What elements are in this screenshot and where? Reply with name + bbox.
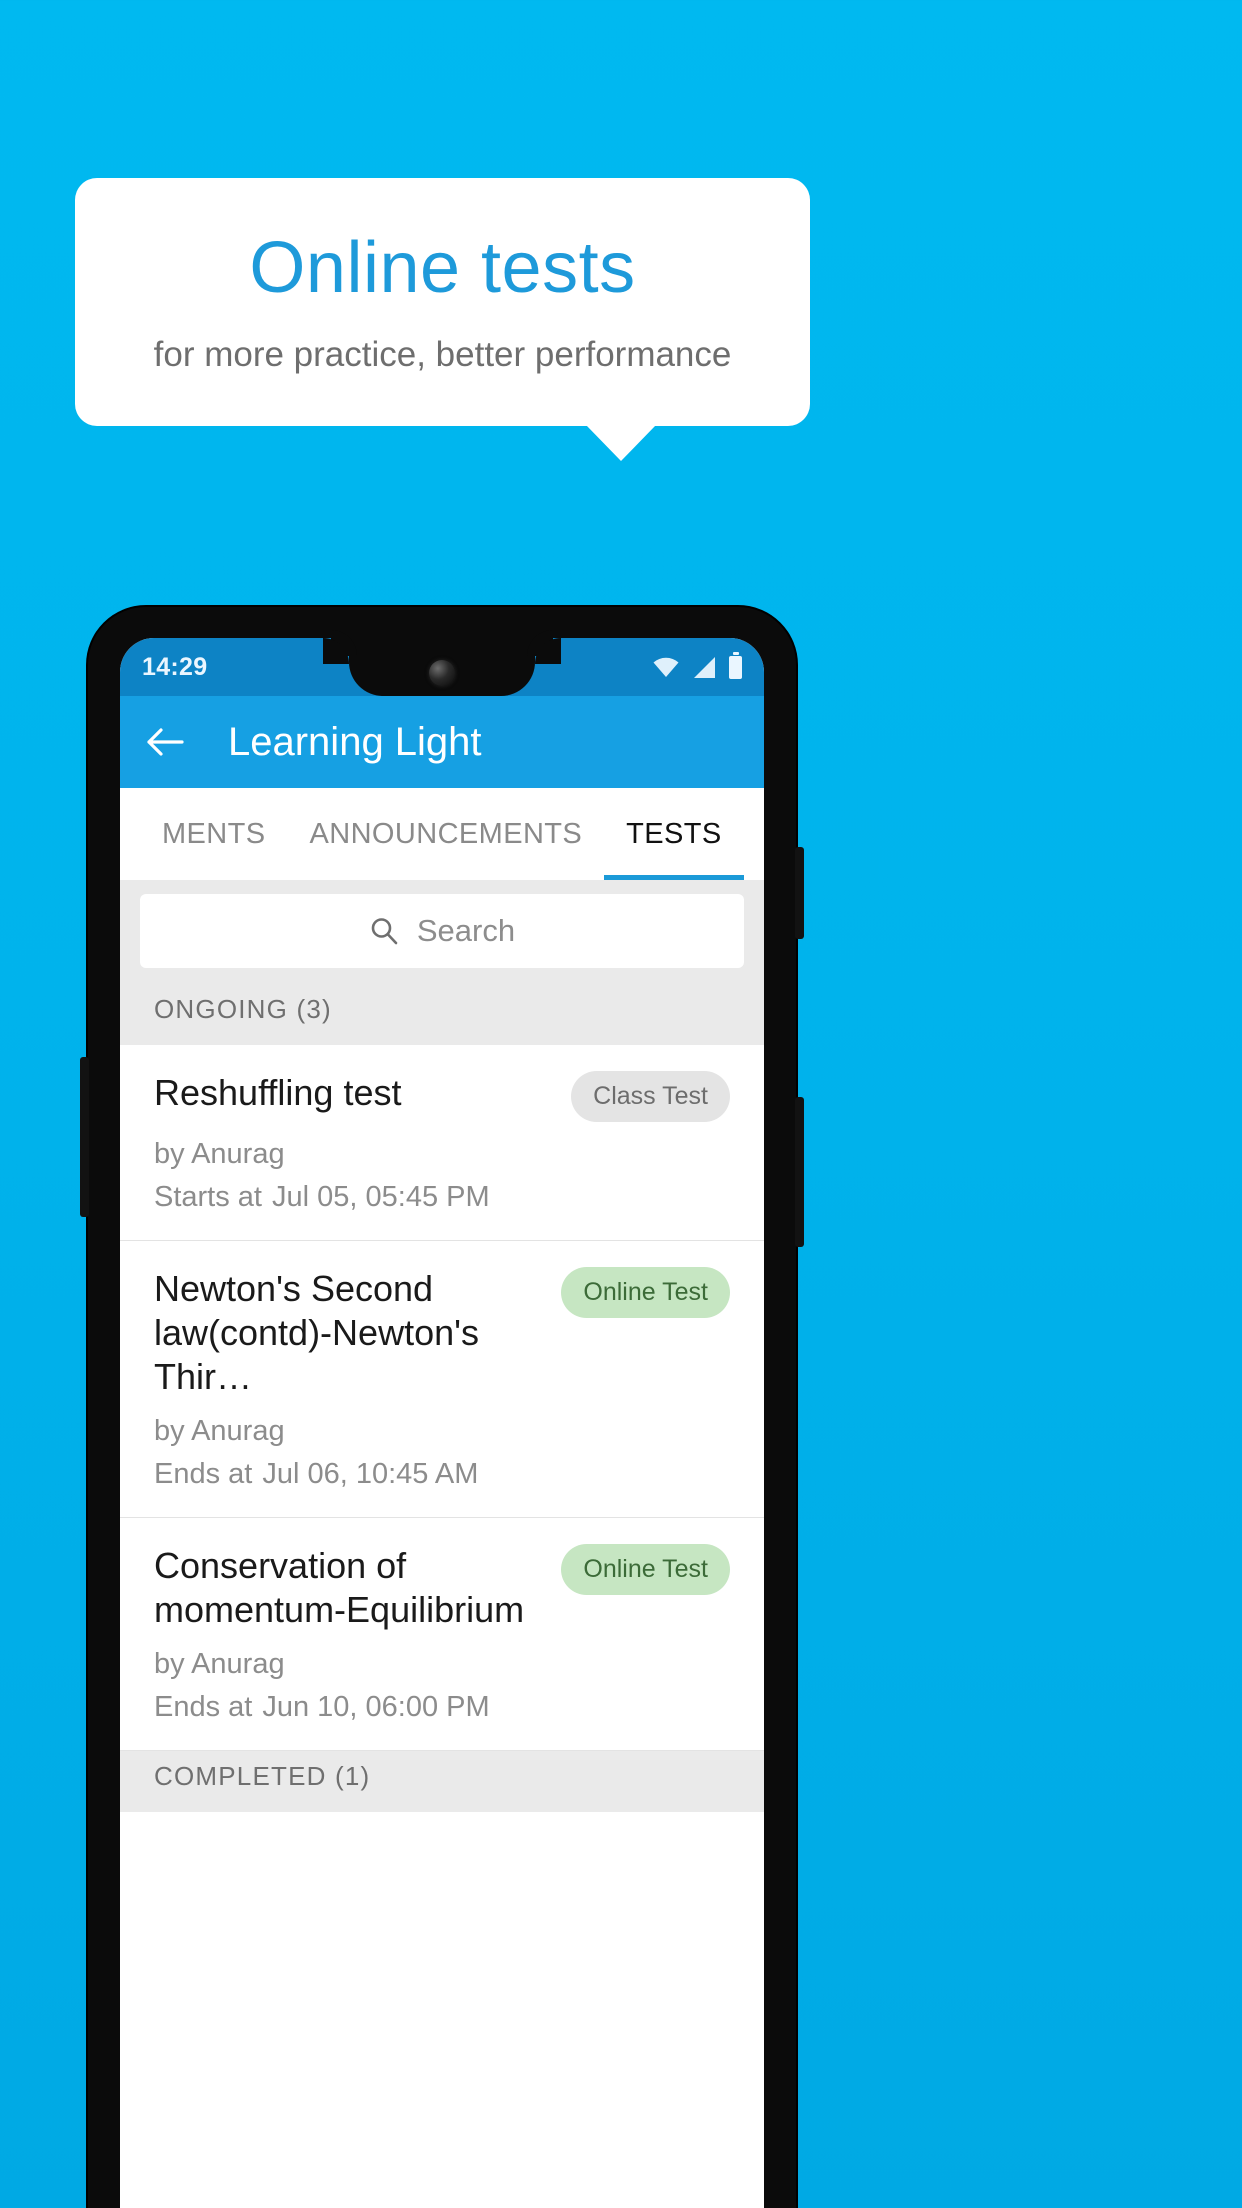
tab-announcements[interactable]: ANNOUNCEMENTS [288,788,605,880]
phone-button-right-bottom [795,1097,804,1247]
section-header-completed: COMPLETED (1) [120,1750,764,1812]
phone-button-left [80,1057,89,1217]
search-area: Search [120,880,764,984]
back-arrow-icon[interactable] [142,719,188,765]
test-author: by Anurag [154,1138,285,1170]
tab-videos[interactable]: VIDEOS [744,788,764,880]
test-type-badge: Online Test [561,1267,730,1318]
signal-icon [694,656,715,678]
test-type-badge: Online Test [561,1543,730,1595]
promo-title: Online tests [249,228,636,309]
front-camera-icon [429,660,455,686]
test-list-item[interactable]: Reshuffling test Class Test by Anurag St… [120,1045,764,1241]
test-schedule-label: Ends at [154,1457,253,1490]
test-schedule-label: Ends at [154,1690,253,1723]
phone-button-right-top [795,847,804,939]
callout-pointer-arrow [586,425,656,461]
test-author: by Anurag [154,1647,285,1680]
status-bar-icons [653,651,742,679]
phone-notch [323,638,561,696]
phone-mockup: 14:29 Learning Light MENTS ANNOUNCEMENTS… [80,607,804,2208]
wifi-icon [653,657,679,677]
test-schedule-value: Jul 05, 05:45 PM [272,1181,490,1213]
test-title: Reshuffling test [154,1072,402,1113]
tab-assignments[interactable]: MENTS [140,788,288,880]
test-author: by Anurag [154,1414,285,1447]
test-schedule-label: Starts at [154,1181,262,1213]
test-type-badge: Class Test [571,1071,730,1122]
app-bar: Learning Light [120,696,764,788]
search-input[interactable]: Search [140,894,744,968]
test-list-item[interactable]: Newton's Second law(contd)-Newton's Thir… [120,1241,764,1518]
test-title: Conservation of momentum-Equilibrium [154,1544,525,1630]
status-bar-clock: 14:29 [142,652,208,681]
search-placeholder: Search [416,913,516,948]
promo-callout-card: Online tests for more practice, better p… [75,178,810,426]
test-schedule: Ends at Jul 06, 10:45 AM [154,1458,730,1491]
section-header-ongoing: ONGOING (3) [120,984,764,1045]
search-icon [371,918,398,945]
tab-bar: MENTS ANNOUNCEMENTS TESTS VIDEOS [120,788,764,880]
test-schedule-value: Jun 10, 06:00 PM [262,1690,490,1723]
tab-tests[interactable]: TESTS [604,788,745,880]
tests-list-content: Search ONGOING (3) Reshuffling test Clas… [120,880,764,2208]
test-schedule: Starts at Jul 05, 05:45 PM [154,1181,730,1214]
phone-screen: 14:29 Learning Light MENTS ANNOUNCEMENTS… [120,638,764,2208]
app-bar-title: Learning Light [228,719,482,764]
promo-subtitle: for more practice, better performance [153,334,732,374]
test-title: Newton's Second law(contd)-Newton's Thir… [154,1268,479,1397]
battery-icon [729,651,742,679]
test-schedule-value: Jul 06, 10:45 AM [262,1457,479,1490]
test-list-item[interactable]: Conservation of momentum-Equilibrium Onl… [120,1517,764,1751]
test-schedule: Ends at Jun 10, 06:00 PM [154,1691,730,1724]
